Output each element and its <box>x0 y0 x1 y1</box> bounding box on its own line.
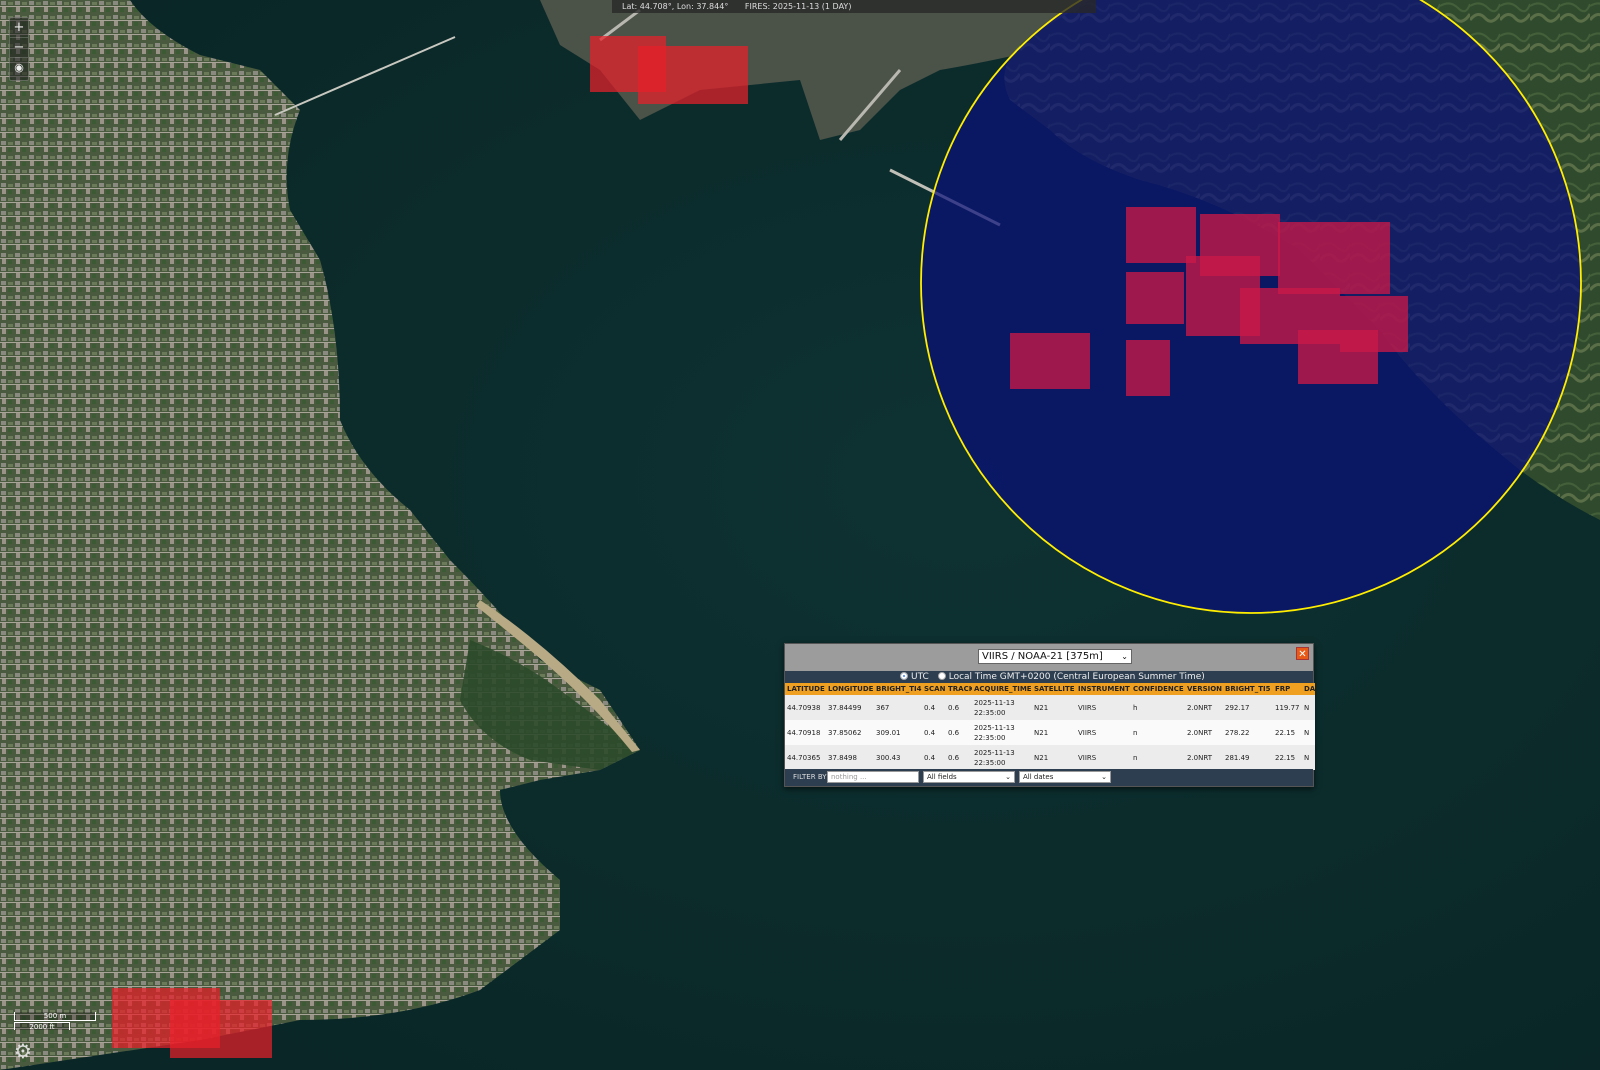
source-select-value: VIIRS / NOAA-21 [375m] <box>982 651 1103 662</box>
source-select[interactable]: VIIRS / NOAA-21 [375m] ⌄ <box>978 649 1132 664</box>
local-time-radio[interactable] <box>937 672 946 680</box>
table-cell: 278.22 <box>1223 720 1273 745</box>
table-cell: 367 <box>874 695 922 720</box>
table-cell: 2025-11-13 22:35:00 <box>972 695 1032 720</box>
table-cell: 44.70918 <box>785 720 826 745</box>
pin-icon[interactable]: ◉ <box>10 58 28 78</box>
fire-pixel[interactable] <box>1126 207 1196 263</box>
table-cell: 281.49 <box>1223 745 1273 770</box>
table-cell: 0.6 <box>946 720 972 745</box>
table-cell: 2.0NRT <box>1185 695 1223 720</box>
table-cell: 2.0NRT <box>1185 745 1223 770</box>
close-button[interactable]: ✕ <box>1296 647 1309 660</box>
cursor-coordinates: Lat: 44.708°, Lon: 37.844° <box>622 2 729 11</box>
utc-label: UTC <box>911 672 929 682</box>
table-cell: n <box>1131 745 1185 770</box>
fire-pixel[interactable] <box>1278 222 1390 294</box>
column-header[interactable]: TRACK <box>946 683 972 695</box>
field-filter-select[interactable]: All fields ⌄ <box>923 771 1015 783</box>
table-cell: VIIRS <box>1076 720 1131 745</box>
fire-info-popup: VIIRS / NOAA-21 [375m] ⌄ ✕ UTC Local Tim… <box>784 643 1315 787</box>
table-cell: 22.15 <box>1273 720 1302 745</box>
table-cell: N21 <box>1032 695 1076 720</box>
table-cell: VIIRS <box>1076 695 1131 720</box>
table-cell: n <box>1131 720 1185 745</box>
table-cell: h <box>1131 695 1185 720</box>
table-cell: N21 <box>1032 745 1076 770</box>
column-header[interactable]: LONGITUDE <box>826 683 874 695</box>
column-header[interactable]: BRIGHT_TI4 <box>874 683 922 695</box>
table-cell: 37.85062 <box>826 720 874 745</box>
table-row[interactable]: 44.70938 37.84499 367 0.4 0.6 2025-11-13 22:3… <box>785 695 1315 720</box>
table-cell: VIIRS <box>1076 745 1131 770</box>
fire-pixel[interactable] <box>170 1000 272 1058</box>
table-cell: 0.6 <box>946 695 972 720</box>
timezone-toggle: UTC Local Time GMT+0200 (Central Europea… <box>785 671 1313 683</box>
filter-label: FILTER BY <box>793 773 827 781</box>
table-cell: 44.70365 <box>785 745 826 770</box>
table-cell: N21 <box>1032 720 1076 745</box>
column-header[interactable]: CONFIDENCE <box>1131 683 1185 695</box>
local-time-label: Local Time GMT+0200 (Central European Su… <box>948 672 1205 682</box>
utc-radio[interactable] <box>900 672 908 680</box>
filter-bar: FILTER BY nothing ... All fields ⌄ All d… <box>785 769 1313 786</box>
table-cell: 37.84499 <box>826 695 874 720</box>
table-cell: 0.4 <box>922 695 946 720</box>
column-header[interactable]: VERSION <box>1185 683 1223 695</box>
table-cell: 300.43 <box>874 745 922 770</box>
filter-input[interactable]: nothing ... <box>827 771 919 783</box>
scale-bar: 500 m 2000 ft <box>14 1012 96 1031</box>
scale-imperial: 2000 ft <box>14 1022 70 1031</box>
table-cell: N <box>1302 745 1315 770</box>
column-header[interactable]: DA <box>1302 683 1315 695</box>
chevron-down-icon: ⌄ <box>1121 652 1128 661</box>
field-filter-value: All fields <box>927 773 957 781</box>
date-filter-select[interactable]: All dates ⌄ <box>1019 771 1111 783</box>
table-cell: 22.15 <box>1273 745 1302 770</box>
popup-header: VIIRS / NOAA-21 [375m] ⌄ ✕ <box>785 644 1313 671</box>
zoom-in-button[interactable]: + <box>10 18 28 38</box>
table-cell: 292.17 <box>1223 695 1273 720</box>
zoom-out-button[interactable]: − <box>10 38 28 58</box>
fire-pixel[interactable] <box>1126 340 1170 396</box>
chevron-down-icon: ⌄ <box>1005 773 1011 781</box>
column-header[interactable]: INSTRUMENT <box>1076 683 1131 695</box>
table-cell: 309.01 <box>874 720 922 745</box>
scale-metric: 500 m <box>14 1012 96 1021</box>
fires-date-range: FIRES: 2025-11-13 (1 DAY) <box>744 2 852 11</box>
table-header: LATITUDE LONGITUDE BRIGHT_TI4 SCAN TRACK ACQU… <box>785 683 1315 695</box>
table-row[interactable]: 44.70365 37.8498 300.43 0.4 0.6 2025-11-13 22… <box>785 745 1315 770</box>
fire-pixel[interactable] <box>1010 333 1090 389</box>
column-header[interactable]: LATITUDE <box>785 683 826 695</box>
table-cell: 2025-11-13 22:35:00 <box>972 745 1032 770</box>
table-row[interactable]: 44.70918 37.85062 309.01 0.4 0.6 2025-11-13 2… <box>785 720 1315 745</box>
date-filter-value: All dates <box>1023 773 1054 781</box>
table-cell: 37.8498 <box>826 745 874 770</box>
fires-table: LATITUDE LONGITUDE BRIGHT_TI4 SCAN TRACK ACQU… <box>785 683 1315 770</box>
fire-pixel[interactable] <box>1298 330 1378 384</box>
status-bar: Lat: 44.708°, Lon: 37.844° FIRES: 2025-1… <box>612 0 1096 13</box>
column-header[interactable]: SATELLITE <box>1032 683 1076 695</box>
table-cell: N <box>1302 720 1315 745</box>
gear-icon[interactable]: ⚙ <box>12 1040 34 1062</box>
column-header[interactable]: ACQUIRE_TIME <box>972 683 1032 695</box>
column-header[interactable]: SCAN <box>922 683 946 695</box>
table-cell: 2025-11-13 22:35:00 <box>972 720 1032 745</box>
chevron-down-icon: ⌄ <box>1101 773 1107 781</box>
table-cell: 44.70938 <box>785 695 826 720</box>
fire-pixel[interactable] <box>1126 272 1184 324</box>
table-cell: N <box>1302 695 1315 720</box>
table-cell: 2.0NRT <box>1185 720 1223 745</box>
column-header[interactable]: FRP <box>1273 683 1302 695</box>
map-controls: + − ◉ <box>9 17 29 81</box>
column-header[interactable]: BRIGHT_TI5 <box>1223 683 1273 695</box>
fire-pixel[interactable] <box>638 46 748 104</box>
table-cell: 0.6 <box>946 745 972 770</box>
satellite-map[interactable] <box>0 0 1600 1070</box>
table-cell: 119.77 <box>1273 695 1302 720</box>
table-cell: 0.4 <box>922 720 946 745</box>
table-cell: 0.4 <box>922 745 946 770</box>
